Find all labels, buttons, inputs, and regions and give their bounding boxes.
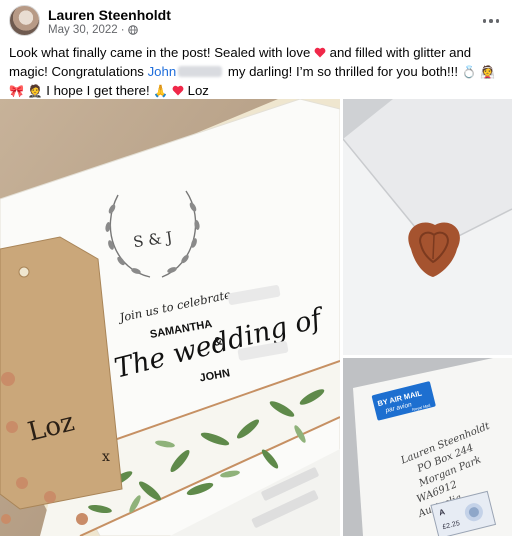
envelope-scene: BY AIR MAIL par avion Royal Mail Lauren …: [343, 358, 512, 536]
pray-emoji: 🙏: [153, 84, 169, 98]
heart-icon: [172, 85, 184, 96]
author-name[interactable]: Lauren Steenholdt: [48, 7, 171, 23]
bride-emoji: 👰: [480, 65, 496, 79]
post-caption: Look what finally came in the post! Seal…: [9, 43, 505, 100]
gift-emoji: 🎀: [9, 84, 24, 98]
more-options-icon[interactable]: [480, 10, 502, 32]
caption-text: Loz: [187, 83, 209, 98]
post-header: Lauren Steenholdt May 30, 2022 ·: [0, 0, 512, 42]
globe-icon[interactable]: [127, 25, 138, 35]
meta-separator: ·: [120, 24, 125, 36]
photo-grid: S & J Join us to celebrate The wedding o…: [0, 99, 512, 536]
photo-envelope-address[interactable]: BY AIR MAIL par avion Royal Mail Lauren …: [343, 358, 512, 536]
tag-x: x: [102, 449, 110, 465]
caption-text: my darling! I’m so thrilled for you both…: [227, 64, 458, 79]
photo-wax-seal[interactable]: [343, 99, 512, 355]
invitation-scene: S & J Join us to celebrate The wedding o…: [0, 99, 340, 536]
photo-invitation[interactable]: S & J Join us to celebrate The wedding o…: [0, 99, 340, 536]
ring-emoji: 💍: [461, 65, 477, 79]
redacted-name: [178, 66, 223, 77]
post-meta: May 30, 2022 ·: [48, 24, 138, 36]
author-avatar[interactable]: [9, 5, 40, 36]
groom-emoji: 🤵: [27, 84, 43, 98]
heart-icon: [314, 47, 326, 58]
post-date[interactable]: May 30, 2022: [48, 24, 118, 36]
caption-text: I hope I get there!: [46, 83, 150, 98]
caption-text: Look what finally came in the post! Seal…: [9, 45, 311, 60]
wax-seal-scene: [343, 99, 512, 355]
mention-link[interactable]: John: [148, 64, 177, 79]
